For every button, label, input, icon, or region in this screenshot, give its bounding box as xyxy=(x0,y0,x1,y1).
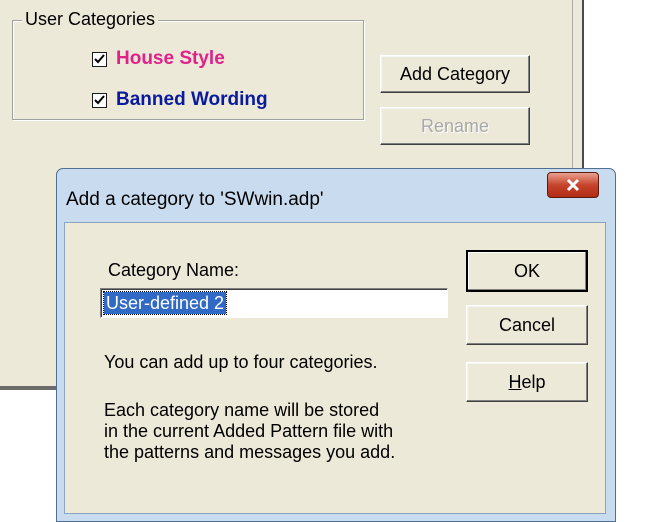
help-button-label: Help xyxy=(508,371,546,392)
category-name-value: User-defined 2 xyxy=(102,291,228,315)
house-style-checkbox[interactable] xyxy=(92,51,107,67)
description-text: Each category name will be stored in the… xyxy=(104,400,395,463)
category-name-input[interactable]: User-defined 2 xyxy=(100,288,448,318)
help-button[interactable]: Help xyxy=(466,362,588,402)
cancel-button[interactable]: Cancel xyxy=(466,305,588,345)
add-category-button[interactable]: Add Category xyxy=(380,55,530,93)
description-line: the patterns and messages you add. xyxy=(104,442,396,462)
close-icon xyxy=(566,178,580,192)
ok-button[interactable]: OK xyxy=(466,250,588,292)
category-name-label: Category Name: xyxy=(108,260,240,280)
description-line: Each category name will be stored xyxy=(104,400,380,420)
description-line: in the current Added Pattern file with xyxy=(104,421,394,441)
info-text: You can add up to four categories. xyxy=(104,352,378,372)
dialog-title: Add a category to 'SWwin.adp' xyxy=(66,189,324,210)
close-button[interactable] xyxy=(547,172,599,198)
category-house-style[interactable]: House Style xyxy=(92,47,225,71)
user-categories-label: User Categories xyxy=(22,8,159,30)
category-banned-wording[interactable]: Banned Wording xyxy=(92,88,268,112)
banned-wording-label: Banned Wording xyxy=(116,89,268,110)
rename-button[interactable]: Rename xyxy=(380,107,530,145)
banned-wording-checkbox[interactable] xyxy=(92,92,107,108)
house-style-label: House Style xyxy=(116,48,225,69)
